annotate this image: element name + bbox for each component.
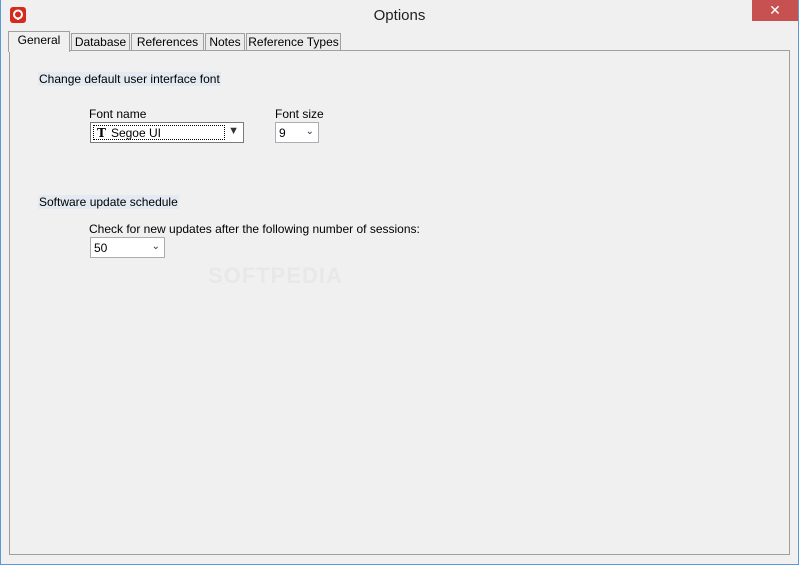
update-sessions-value: 50 bbox=[94, 241, 108, 255]
tab-label: General bbox=[17, 33, 61, 47]
font-name-label: Font name bbox=[89, 107, 147, 121]
window-title: Options bbox=[373, 7, 426, 24]
truetype-font-icon: T bbox=[97, 126, 106, 140]
font-name-value: T Segoe UI bbox=[97, 126, 161, 140]
tab-label: Database bbox=[74, 35, 127, 49]
title-bar[interactable]: Options ✕ bbox=[1, 0, 798, 31]
font-section-heading: Change default user interface font bbox=[38, 72, 221, 86]
tab-label: Notes bbox=[209, 35, 241, 49]
close-button[interactable]: ✕ bbox=[752, 0, 798, 21]
watermark: SOFTPEDIA bbox=[208, 263, 343, 288]
options-window: Options ✕ General Database References No… bbox=[0, 0, 799, 565]
chevron-down-icon: ⌄ bbox=[151, 241, 160, 252]
general-panel: Change default user interface font Font … bbox=[9, 50, 790, 555]
close-icon: ✕ bbox=[769, 2, 781, 18]
chevron-down-icon: ⌄ bbox=[305, 126, 314, 137]
font-size-label: Font size bbox=[275, 107, 324, 121]
font-name-dropdown[interactable]: T Segoe UI ▼ bbox=[90, 122, 244, 143]
tab-reference-types[interactable]: Reference Types bbox=[246, 33, 341, 51]
update-check-label: Check for new updates after the followin… bbox=[89, 222, 420, 236]
tab-general[interactable]: General bbox=[8, 31, 70, 52]
font-size-dropdown[interactable]: 9 ⌄ bbox=[275, 122, 319, 143]
font-name-text: Segoe UI bbox=[110, 126, 161, 140]
tab-database[interactable]: Database bbox=[71, 33, 130, 51]
update-sessions-dropdown[interactable]: 50 ⌄ bbox=[90, 237, 165, 258]
tab-label: Reference Types bbox=[248, 35, 339, 49]
tab-notes[interactable]: Notes bbox=[205, 33, 245, 51]
tab-label: References bbox=[136, 35, 199, 49]
font-size-value: 9 bbox=[279, 126, 286, 140]
dropdown-arrow-icon: ▼ bbox=[228, 125, 239, 137]
tab-references[interactable]: References bbox=[131, 33, 204, 51]
update-section-heading: Software update schedule bbox=[38, 195, 179, 209]
